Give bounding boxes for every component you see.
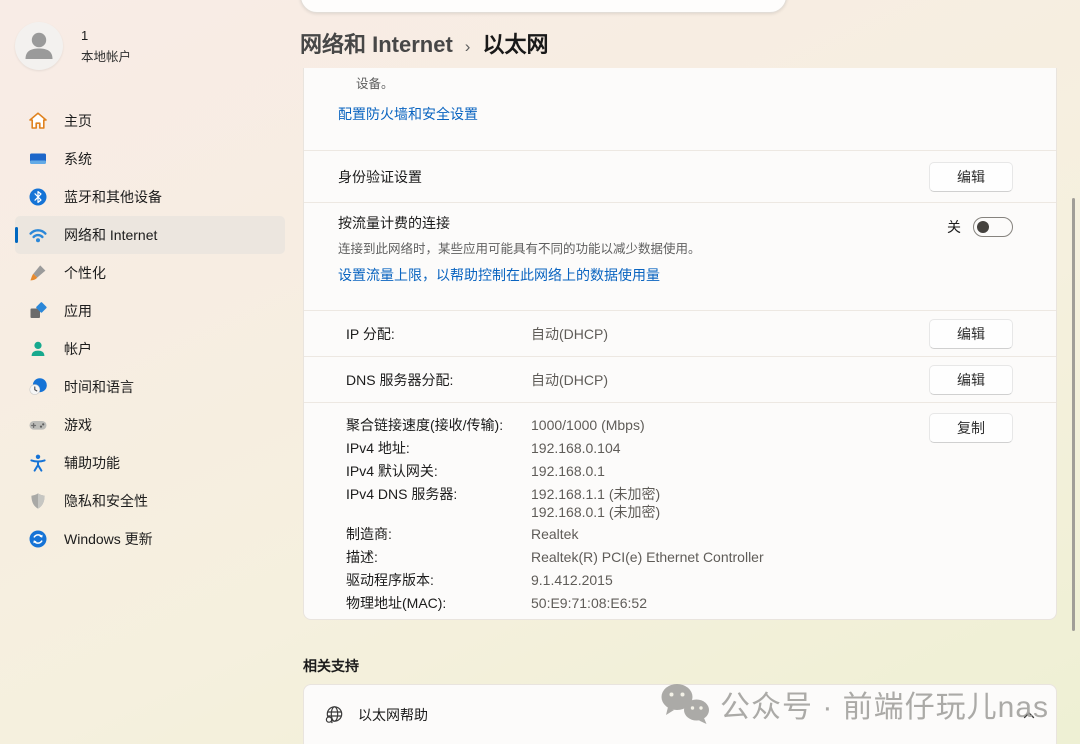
- authentication-label: 身份验证设置: [338, 167, 422, 187]
- sidebar-item-network-internet[interactable]: 网络和 Internet: [15, 216, 285, 254]
- sidebar-item-personalization[interactable]: 个性化: [15, 254, 285, 292]
- sidebar-item-label: 应用: [64, 301, 92, 321]
- system-icon: [28, 149, 48, 169]
- user-name: 1: [81, 28, 131, 43]
- bluetooth-icon: [28, 187, 48, 207]
- sidebar-item-label: 隐私和安全性: [64, 491, 148, 511]
- dns-edit-button[interactable]: 编辑: [929, 365, 1013, 395]
- sidebar-item-label: 帐户: [64, 339, 92, 359]
- avatar: [15, 22, 63, 70]
- detail-row-driver-version: 驱动程序版本: 9.1.412.2015: [346, 569, 1013, 592]
- sidebar-item-label: 蓝牙和其他设备: [64, 187, 162, 207]
- vertical-scrollbar[interactable]: [1072, 198, 1075, 631]
- related-support-card[interactable]: 以太网帮助: [303, 684, 1057, 744]
- sidebar-item-label: 辅助功能: [64, 453, 120, 473]
- breadcrumb-parent[interactable]: 网络和 Internet: [300, 27, 453, 59]
- accessibility-icon: [28, 453, 48, 473]
- ip-assignment-row: IP 分配: 自动(DHCP) 编辑: [304, 310, 1056, 356]
- time-language-icon: [28, 377, 48, 397]
- detail-row-link-speed: 聚合链接速度(接收/传输): 1000/1000 (Mbps): [346, 414, 1013, 437]
- personalization-icon: [28, 263, 48, 283]
- windows-update-icon: [28, 529, 48, 549]
- sidebar-nav: 主页 系统 蓝牙和其他设备 网络和 Internet 个性化: [15, 102, 285, 558]
- sidebar-item-label: Windows 更新: [64, 529, 153, 549]
- ethernet-properties-card: 设备。 配置防火墙和安全设置 身份验证设置 编辑 按流量计费的连接 连接到此网络…: [303, 68, 1057, 620]
- globe-help-icon: [323, 704, 345, 726]
- dns-assignment-row: DNS 服务器分配: 自动(DHCP) 编辑: [304, 356, 1056, 402]
- detail-row-description: 描述: Realtek(R) PCI(e) Ethernet Controlle…: [346, 546, 1013, 569]
- page-title: 以太网: [482, 27, 548, 59]
- detail-row-ipv4-gateway: IPv4 默认网关: 192.168.0.1: [346, 460, 1013, 483]
- user-account[interactable]: 1 本地帐户: [15, 22, 131, 70]
- home-icon: [28, 111, 48, 131]
- clipped-description-text: 设备。: [356, 73, 394, 92]
- detail-row-manufacturer: 制造商: Realtek: [346, 523, 1013, 546]
- dns-assignment-label: DNS 服务器分配:: [346, 370, 531, 390]
- data-limit-link[interactable]: 设置流量上限，以帮助控制在此网络上的数据使用量: [338, 265, 660, 285]
- gaming-icon: [28, 415, 48, 435]
- metered-connection-toggle[interactable]: [973, 217, 1013, 237]
- sidebar-item-label: 时间和语言: [64, 377, 134, 397]
- detail-row-ipv4-dns: IPv4 DNS 服务器: 192.168.1.1 (未加密) 192.168.…: [346, 483, 1013, 521]
- search-box-clipped[interactable]: [300, 0, 787, 13]
- firewall-section: 设备。 配置防火墙和安全设置: [304, 68, 1056, 150]
- apps-icon: [28, 301, 48, 321]
- sidebar-item-time-language[interactable]: 时间和语言: [15, 368, 285, 406]
- metered-connection-section: 按流量计费的连接 连接到此网络时，某些应用可能具有不同的功能以减少数据使用。 关…: [304, 202, 1056, 310]
- adapter-details-section: 复制 聚合链接速度(接收/传输): 1000/1000 (Mbps) IPv4 …: [304, 402, 1056, 619]
- sidebar-item-gaming[interactable]: 游戏: [15, 406, 285, 444]
- authentication-row: 身份验证设置 编辑: [304, 150, 1056, 202]
- ip-edit-button[interactable]: 编辑: [929, 319, 1013, 349]
- metered-connection-label: 按流量计费的连接: [338, 213, 1013, 233]
- sidebar-item-apps[interactable]: 应用: [15, 292, 285, 330]
- copy-button[interactable]: 复制: [929, 413, 1013, 443]
- ip-assignment-label: IP 分配:: [346, 324, 531, 344]
- breadcrumb-separator-icon: ›: [465, 37, 471, 57]
- accounts-icon: [28, 339, 48, 359]
- ip-assignment-value: 自动(DHCP): [531, 324, 608, 344]
- metered-connection-description: 连接到此网络时，某些应用可能具有不同的功能以减少数据使用。: [338, 238, 1013, 257]
- user-account-type: 本地帐户: [81, 46, 131, 65]
- ethernet-help-link[interactable]: 以太网帮助: [358, 705, 428, 725]
- toggle-state-label: 关: [947, 217, 961, 237]
- sidebar-item-accounts[interactable]: 帐户: [15, 330, 285, 368]
- toggle-knob: [977, 221, 989, 233]
- configure-firewall-link[interactable]: 配置防火墙和安全设置: [338, 104, 478, 124]
- person-icon: [16, 23, 62, 69]
- related-support-heading: 相关支持: [303, 656, 359, 676]
- sidebar-item-privacy-security[interactable]: 隐私和安全性: [15, 482, 285, 520]
- sidebar-item-label: 系统: [64, 149, 92, 169]
- chevron-up-icon[interactable]: [1022, 710, 1036, 720]
- sidebar-item-home[interactable]: 主页: [15, 102, 285, 140]
- network-icon: [28, 225, 48, 245]
- sidebar-item-label: 网络和 Internet: [64, 225, 157, 245]
- privacy-icon: [28, 491, 48, 511]
- sidebar-item-accessibility[interactable]: 辅助功能: [15, 444, 285, 482]
- sidebar-item-system[interactable]: 系统: [15, 140, 285, 178]
- dns-assignment-value: 自动(DHCP): [531, 370, 608, 390]
- sidebar-item-label: 个性化: [64, 263, 106, 283]
- authentication-edit-button[interactable]: 编辑: [929, 162, 1013, 192]
- settings-window: 1 本地帐户 主页 系统 蓝牙和其他设备 网络和 Intern: [0, 0, 1080, 744]
- sidebar-item-bluetooth[interactable]: 蓝牙和其他设备: [15, 178, 285, 216]
- sidebar-item-windows-update[interactable]: Windows 更新: [15, 520, 285, 558]
- sidebar-item-label: 主页: [64, 111, 92, 131]
- sidebar-item-label: 游戏: [64, 415, 92, 435]
- breadcrumb: 网络和 Internet › 以太网: [300, 27, 548, 59]
- detail-row-mac-address: 物理地址(MAC): 50:E9:71:08:E6:52: [346, 592, 1013, 615]
- detail-row-ipv4-address: IPv4 地址: 192.168.0.104: [346, 437, 1013, 460]
